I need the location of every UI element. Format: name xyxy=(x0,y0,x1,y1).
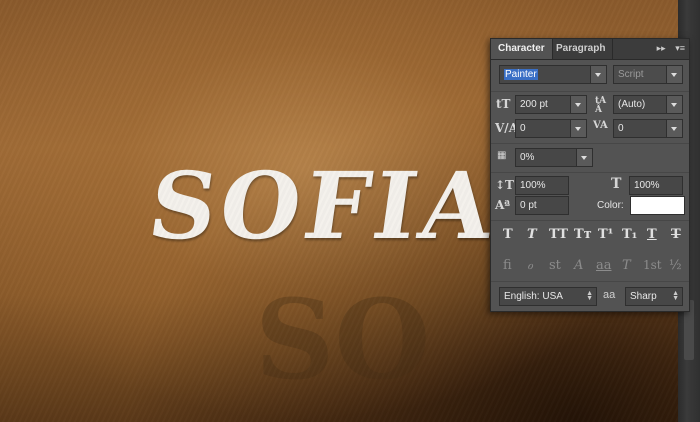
small-caps-button[interactable]: Tт xyxy=(574,227,592,242)
chevron-down-icon[interactable] xyxy=(666,66,682,83)
leading-field[interactable]: (Auto) xyxy=(613,95,683,114)
strikethrough-button[interactable]: T xyxy=(671,227,681,242)
chevron-down-icon[interactable] xyxy=(590,66,606,83)
discretionary-ligatures-button[interactable]: st xyxy=(549,258,561,273)
standard-ligatures-button[interactable]: ﬁ xyxy=(503,258,512,273)
vertical-scale-value: 100% xyxy=(520,180,546,191)
titling-alternates-button[interactable]: T xyxy=(622,258,631,273)
language-value: English: USA xyxy=(504,291,563,302)
stylistic-alternates-button[interactable]: aa xyxy=(596,258,612,273)
chevron-down-icon[interactable] xyxy=(666,96,682,113)
underline-button[interactable]: T xyxy=(647,227,657,242)
font-size-icon: tT xyxy=(496,97,511,111)
anti-alias-value: Sharp xyxy=(630,291,657,302)
kerning-field[interactable]: 0 xyxy=(515,119,587,138)
fractions-button[interactable]: ½ xyxy=(669,258,682,273)
tsume-icon: ▦ xyxy=(497,150,507,161)
baseline-shift-value: 0 pt xyxy=(520,200,537,211)
faux-bold-button[interactable]: T xyxy=(503,227,513,242)
tracking-field[interactable]: 0 xyxy=(613,119,683,138)
tracking-icon: VA xyxy=(593,120,608,131)
canvas-text-sofia[interactable]: SOFIA xyxy=(142,152,503,260)
panel-tab-bar: Character Paragraph ▸▸ ▾≡ xyxy=(491,39,689,60)
chevron-down-icon[interactable] xyxy=(570,120,586,137)
leading-value: (Auto) xyxy=(618,99,646,110)
color-label: Color: xyxy=(597,200,624,211)
canvas-shadow-text: SO xyxy=(255,275,431,404)
vertical-scale-icon: ↕T xyxy=(495,178,514,192)
vertical-scale-field[interactable]: 100% xyxy=(515,176,569,195)
chevron-down-icon[interactable] xyxy=(570,96,586,113)
font-family-value: Painter xyxy=(504,69,538,80)
tab-paragraph[interactable]: Paragraph xyxy=(549,39,614,59)
faux-italic-button[interactable]: T xyxy=(527,227,537,242)
anti-alias-select[interactable]: Sharp ▲ ▼ xyxy=(625,287,683,306)
tracking-value: 0 xyxy=(618,123,624,134)
horizontal-scale-icon: T xyxy=(611,176,622,192)
horizontal-scale-field[interactable]: 100% xyxy=(629,176,683,195)
updown-icon: ▲ ▼ xyxy=(672,290,679,302)
leading-icon: tA Â xyxy=(595,96,607,115)
font-size-value: 200 pt xyxy=(520,99,548,110)
font-style-value: Script xyxy=(618,69,644,80)
font-size-field[interactable]: 200 pt xyxy=(515,95,587,114)
chevron-down-icon[interactable] xyxy=(576,149,592,166)
collapse-panel-icon[interactable]: ▸▸ xyxy=(657,43,666,53)
contextual-alternates-button[interactable]: ℴ xyxy=(527,258,533,273)
language-select[interactable]: English: USA ▲ ▼ xyxy=(499,287,597,306)
character-panel: Character Paragraph ▸▸ ▾≡ Painter Script… xyxy=(490,38,690,312)
updown-icon: ▲ ▼ xyxy=(586,290,593,302)
panel-menu-icon[interactable]: ▾≡ xyxy=(675,43,685,53)
tsume-value: 0% xyxy=(520,152,535,163)
all-caps-button[interactable]: TT xyxy=(549,227,568,242)
tab-character[interactable]: Character xyxy=(491,39,553,59)
font-family-select[interactable]: Painter xyxy=(499,65,607,84)
baseline-shift-field[interactable]: 0 pt xyxy=(515,196,569,215)
subscript-button[interactable]: T₁ xyxy=(622,227,637,242)
horizontal-scale-value: 100% xyxy=(634,180,660,191)
kerning-value: 0 xyxy=(520,123,526,134)
chevron-down-icon[interactable] xyxy=(666,120,682,137)
anti-alias-icon: aa xyxy=(603,289,616,301)
font-style-select[interactable]: Script xyxy=(613,65,683,84)
baseline-shift-icon: Aª xyxy=(495,198,511,212)
tsume-field[interactable]: 0% xyxy=(515,148,593,167)
ordinals-button[interactable]: 1st xyxy=(643,258,662,272)
swash-button[interactable]: A xyxy=(574,258,583,273)
text-color-swatch[interactable] xyxy=(630,196,685,215)
superscript-button[interactable]: T¹ xyxy=(598,227,613,242)
